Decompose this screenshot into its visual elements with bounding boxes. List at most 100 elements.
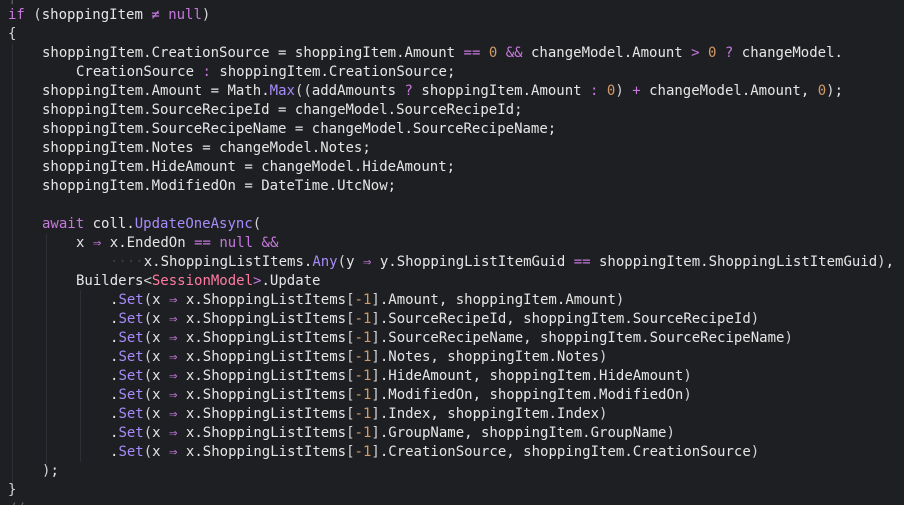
code-token: Index [556, 406, 600, 422]
code-token: ] [371, 349, 380, 365]
code-token: SessionModel [151, 273, 254, 289]
code-token: shoppingItem [489, 368, 591, 384]
code-token: x [152, 292, 161, 308]
code-token: Set [118, 349, 144, 365]
code-token: . [379, 425, 389, 441]
code-token: shoppingItem [447, 406, 549, 422]
code-token: ( [143, 444, 153, 460]
code-token: ( [143, 387, 153, 403]
code-line[interactable]: .Set(x ⇒ x.ShoppingListItems[-1].HideAmo… [110, 367, 692, 386]
code-line[interactable]: x ⇒ x.EndedOn == null && [76, 234, 278, 253]
code-token: ShoppingListItems [202, 330, 347, 346]
code-line[interactable]: .Set(x ⇒ x.ShoppingListItems[-1].GroupNa… [110, 424, 675, 443]
code-token: . [623, 45, 633, 61]
code-token: ) [750, 444, 760, 460]
code-text: if (shoppingItem ≠ null) [8, 7, 210, 23]
code-token: HideAmount [151, 159, 236, 175]
code-line[interactable]: .Set(x ⇒ x.ShoppingListItems[-1].Amount,… [110, 291, 624, 310]
code-line[interactable]: .Set(x ⇒ x.ShoppingListItems[-1].Creatio… [110, 443, 759, 462]
code-line[interactable]: await coll.UpdateOneAsync( [42, 215, 261, 234]
code-token: Amount [151, 83, 203, 99]
code-token: . [194, 444, 203, 460]
code-line[interactable]: .Set(x ⇒ x.ShoppingListItems[-1].SourceR… [110, 329, 793, 348]
code-token: ] [371, 311, 380, 327]
code-line[interactable]: } [8, 481, 16, 500]
code-line[interactable]: Builders<SessionModel>.Update [76, 272, 320, 291]
code-token: y [379, 254, 389, 270]
code-token: + [632, 83, 641, 99]
code-line[interactable]: .Set(x ⇒ x.ShoppingListItems[-1].Modifie… [110, 386, 692, 405]
code-token: ) [599, 406, 608, 422]
indent-guide [80, 290, 81, 462]
code-token: . [379, 387, 389, 403]
code-token: Set [118, 406, 144, 422]
code-token: x [152, 330, 161, 346]
code-token: shoppingItem [294, 45, 397, 61]
code-line[interactable]: shoppingItem.Notes = changeModel.Notes; [42, 139, 371, 158]
code-line[interactable]: shoppingItem.CreationSource = shoppingIt… [42, 44, 843, 63]
code-line[interactable]: shoppingItem.SourceRecipeId = changeMode… [42, 101, 523, 120]
code-token: Update [269, 273, 321, 289]
code-token: [ [346, 330, 355, 346]
code-line[interactable]: { [8, 25, 16, 44]
code-text: .Set(x ⇒ x.ShoppingListItems[-1].SourceR… [110, 330, 793, 346]
code-token: ( [33, 7, 42, 23]
code-token: , [506, 311, 515, 327]
code-token: . [548, 406, 557, 422]
code-text: await coll.UpdateOneAsync( [42, 216, 261, 232]
code-token: , [430, 406, 439, 422]
code-line[interactable]: CreationSource : shoppingItem.CreationSo… [76, 63, 455, 82]
code-token: ShoppingListItems [160, 254, 304, 270]
code-token: == [463, 45, 481, 61]
code-token: shoppingItem [523, 311, 625, 327]
code-token: HideAmount [362, 159, 447, 175]
code-token: . [590, 368, 600, 384]
code-token: , [800, 83, 810, 99]
code-token: 0 [488, 45, 498, 61]
code-token: Index [388, 406, 431, 422]
code-token: . [194, 368, 203, 384]
code-line[interactable]: shoppingItem.ModifiedOn = DateTime.UtcNo… [42, 177, 396, 196]
code-line[interactable]: .Set(x ⇒ x.ShoppingListItems[-1].Notes, … [110, 348, 607, 367]
code-token: . [522, 83, 532, 99]
code-token: shoppingItem [489, 387, 591, 403]
code-line[interactable]: ); [42, 462, 59, 481]
code-token: null [219, 235, 254, 251]
code-line[interactable]: shoppingItem.Amount = Math.Max((addAmoun… [42, 82, 843, 101]
whitespace-marker: ···· [110, 254, 144, 270]
code-editor[interactable]: | if (shoppingItem ≠ null){shoppingItem.… [0, 0, 904, 505]
code-token: -1 [354, 330, 372, 346]
code-line[interactable]: shoppingItem.HideAmount = changeModel.Hi… [42, 158, 455, 177]
code-token: . [194, 330, 203, 346]
code-line[interactable]: shoppingItem.SourceRecipeName = changeMo… [42, 120, 556, 139]
code-token: < [143, 273, 152, 289]
code-token: x [152, 425, 161, 441]
code-token: . [194, 406, 203, 422]
code-line[interactable]: .Set(x ⇒ x.ShoppingListItems[-1].Index, … [110, 405, 607, 424]
code-token: . [143, 45, 152, 61]
code-line[interactable]: ····x.ShoppingListItems.Any(y ⇒ y.Shoppi… [110, 253, 894, 272]
code-line[interactable]: .Set(x ⇒ x.ShoppingListItems[-1].SourceR… [110, 310, 759, 329]
code-token: . [624, 311, 633, 327]
code-token: . [379, 444, 389, 460]
code-token: . [194, 311, 203, 327]
code-token: = [244, 159, 253, 175]
code-line[interactable]: if (shoppingItem ≠ null) [8, 6, 210, 25]
code-token: ] [371, 330, 380, 346]
